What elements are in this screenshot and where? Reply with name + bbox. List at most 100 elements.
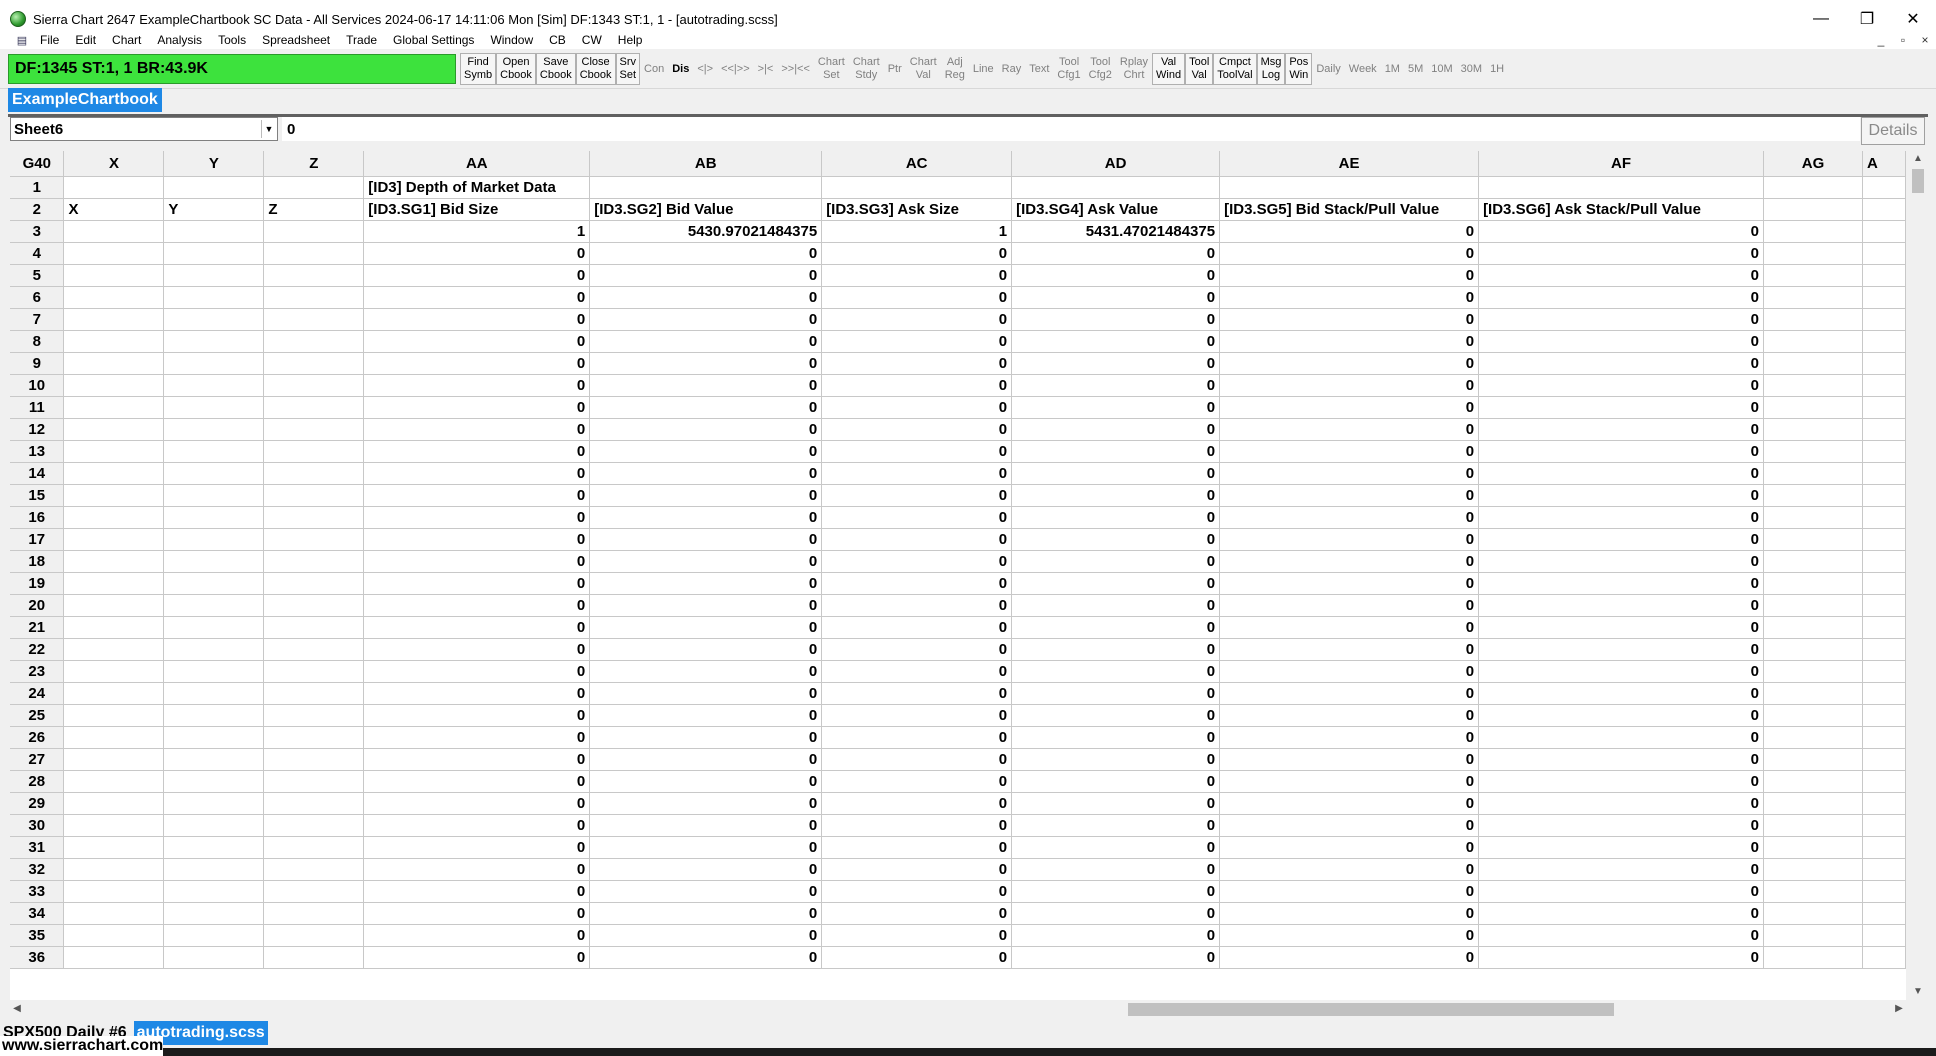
cell[interactable]: 0 [1011,748,1221,771]
cell[interactable]: 0 [1219,814,1480,837]
cell[interactable] [163,176,265,199]
cell[interactable]: 0 [363,880,591,903]
cell[interactable]: 0 [1011,594,1221,617]
cell[interactable] [1763,264,1863,287]
cell[interactable]: 0 [1478,374,1765,397]
cell[interactable] [63,814,165,837]
cell[interactable] [1763,330,1863,353]
cell[interactable] [1763,220,1863,243]
cell[interactable]: 0 [1478,946,1765,969]
cell[interactable] [1862,528,1906,551]
cell[interactable] [1862,308,1906,331]
cell[interactable] [163,308,265,331]
cell[interactable] [263,506,365,529]
cell[interactable]: 0 [1478,924,1765,947]
cell[interactable]: 0 [821,352,1013,375]
cell[interactable] [1763,550,1863,573]
cell[interactable] [1763,748,1863,771]
cell[interactable] [1763,308,1863,331]
cell[interactable] [263,286,365,309]
cell[interactable] [263,220,365,243]
cell[interactable] [63,374,165,397]
cell[interactable] [63,440,165,463]
cell[interactable] [1862,594,1906,617]
row-header[interactable]: 6 [10,286,65,309]
toolbar-button--[interactable]: <|> [693,53,717,85]
cell[interactable]: 0 [589,572,823,595]
column-header[interactable]: X [63,151,165,177]
cell[interactable] [1763,418,1863,441]
cell[interactable] [63,462,165,485]
cell[interactable]: 0 [589,638,823,661]
cell[interactable] [1862,638,1906,661]
cell[interactable] [1763,440,1863,463]
cell[interactable] [263,946,365,969]
row-header[interactable]: 24 [10,682,65,705]
row-header[interactable]: 32 [10,858,65,881]
menu-item-spreadsheet[interactable]: Spreadsheet [254,33,338,47]
cell[interactable] [1862,792,1906,815]
toolbar-button-con[interactable]: Con [640,53,668,85]
cell[interactable]: 0 [1478,528,1765,551]
cell[interactable]: 0 [363,902,591,925]
cell[interactable] [263,858,365,881]
cell[interactable] [163,616,265,639]
cell[interactable]: 0 [821,638,1013,661]
row-header[interactable]: 29 [10,792,65,815]
cell[interactable]: 0 [1219,638,1480,661]
cell[interactable] [263,836,365,859]
cell[interactable]: 0 [589,858,823,881]
cell[interactable]: [ID3.SG6] Ask Stack/Pull Value [1478,198,1765,221]
cell[interactable] [63,286,165,309]
cell[interactable]: 0 [589,924,823,947]
cell[interactable] [63,880,165,903]
cell[interactable]: 0 [589,726,823,749]
cell[interactable] [63,682,165,705]
cell[interactable] [163,330,265,353]
row-header[interactable]: 16 [10,506,65,529]
menu-item-help[interactable]: Help [610,33,651,47]
cell[interactable]: 0 [589,484,823,507]
cell[interactable] [163,748,265,771]
toolbar-button-tool-cfg1[interactable]: Tool Cfg1 [1053,53,1084,85]
cell[interactable] [263,902,365,925]
cell[interactable] [63,594,165,617]
toolbar-button-rplay-chrt[interactable]: Rplay Chrt [1116,53,1152,85]
column-header[interactable]: AD [1011,151,1221,177]
cell[interactable] [1763,792,1863,815]
cell[interactable]: 0 [1219,748,1480,771]
cell[interactable]: 0 [1011,814,1221,837]
row-header[interactable]: 10 [10,374,65,397]
cell[interactable] [163,880,265,903]
cell[interactable] [63,858,165,881]
cell[interactable] [1763,638,1863,661]
row-header[interactable]: 36 [10,946,65,969]
cell[interactable]: 0 [1478,836,1765,859]
toolbar-button-find-symb[interactable]: Find Symb [460,53,497,85]
cell[interactable] [63,902,165,925]
cell[interactable] [263,726,365,749]
cell[interactable]: 0 [1219,484,1480,507]
cell[interactable]: 0 [1478,638,1765,661]
cell[interactable]: 0 [1478,506,1765,529]
cell[interactable]: 0 [1478,352,1765,375]
row-header[interactable]: 20 [10,594,65,617]
cell[interactable]: 0 [1219,396,1480,419]
cell[interactable] [263,704,365,727]
cell[interactable]: 0 [1478,792,1765,815]
cell[interactable]: 0 [821,924,1013,947]
toolbar-button-30m[interactable]: 30M [1457,53,1486,85]
cell[interactable]: 0 [1478,572,1765,595]
toolbar-button-week[interactable]: Week [1345,53,1381,85]
cell[interactable]: 0 [821,902,1013,925]
cell[interactable] [163,242,265,265]
cell[interactable] [1862,836,1906,859]
cell[interactable]: Y [163,198,265,221]
cell[interactable] [1862,264,1906,287]
cell[interactable] [1763,836,1863,859]
cell[interactable]: 0 [363,814,591,837]
toolbar-button-srv-set[interactable]: Srv Set [615,53,641,85]
cell[interactable]: 0 [363,440,591,463]
column-header[interactable]: AC [821,151,1013,177]
cell[interactable] [63,836,165,859]
